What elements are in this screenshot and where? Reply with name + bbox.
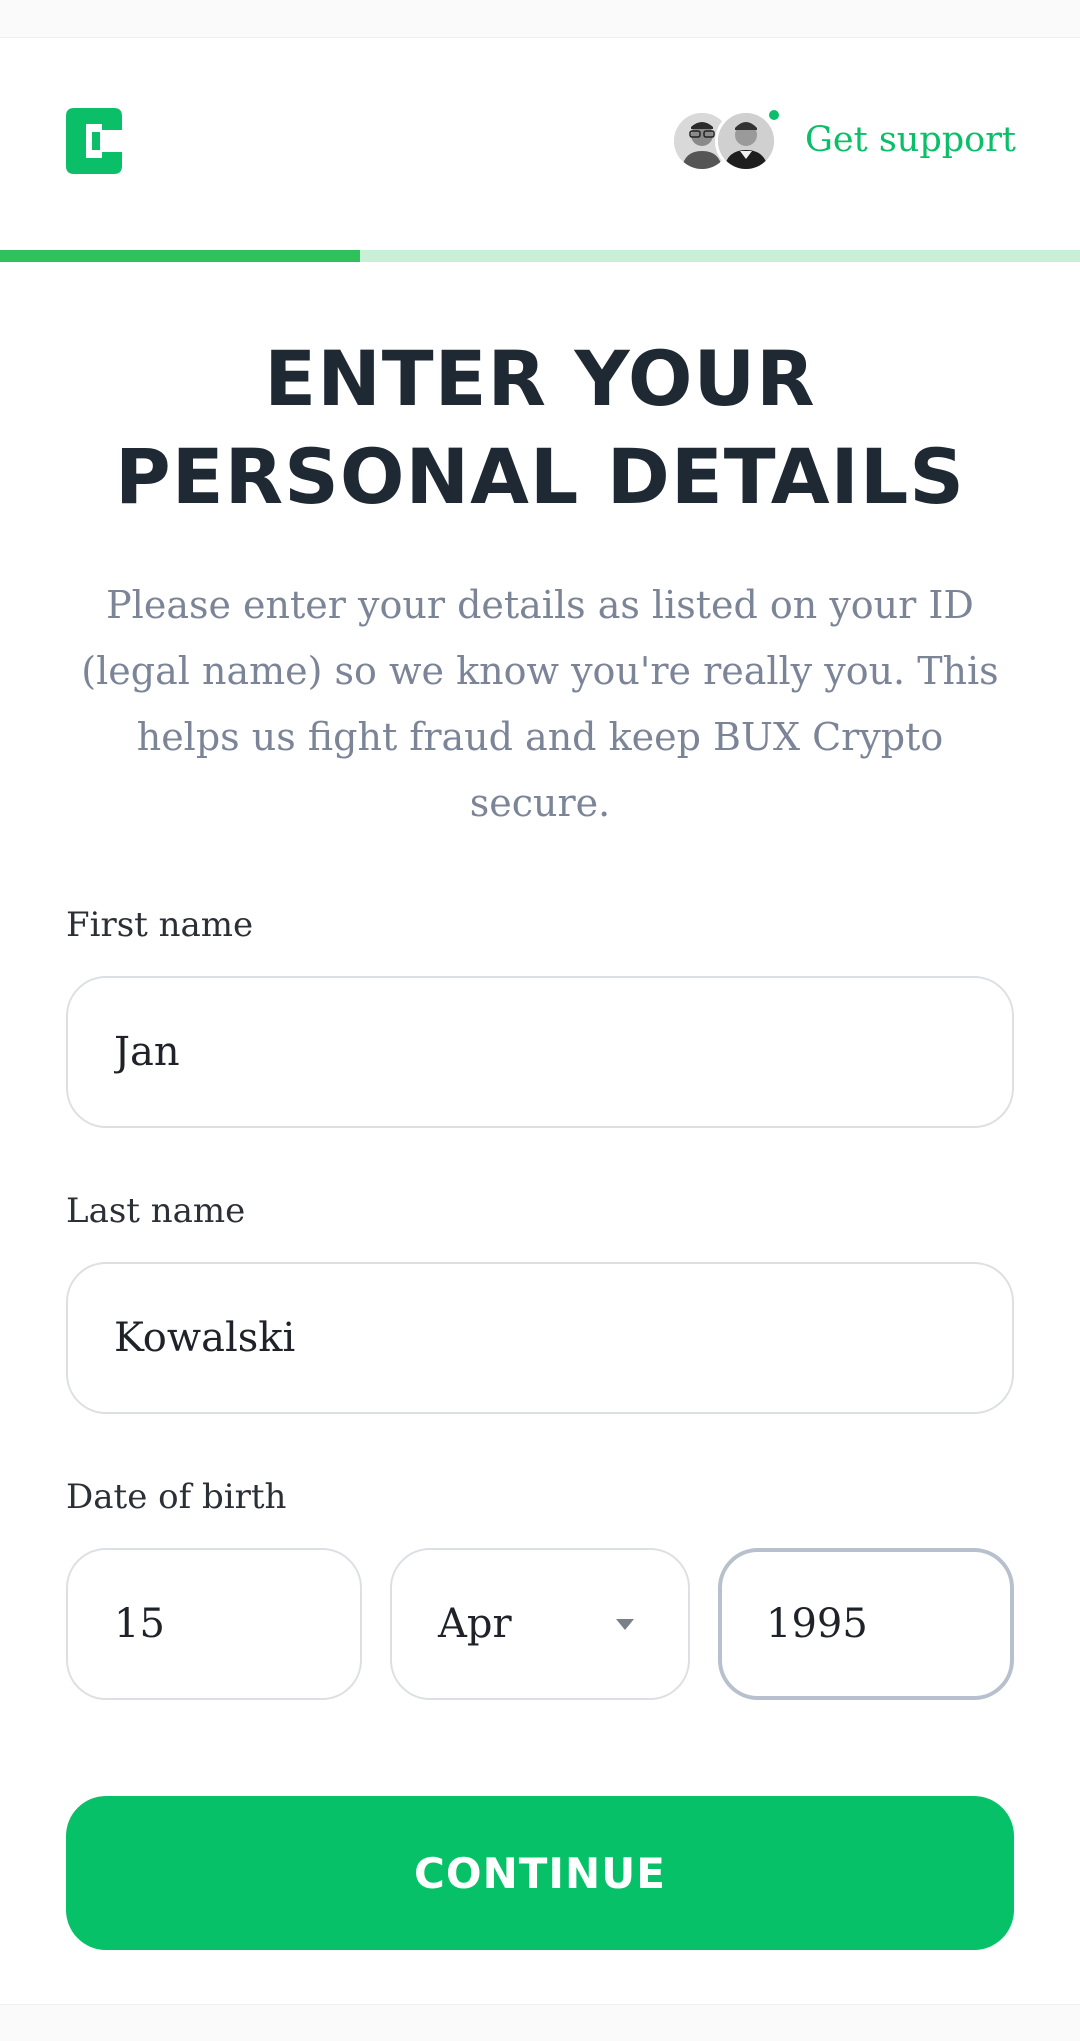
get-support-button[interactable]: Get support xyxy=(670,108,1016,172)
last-name-field[interactable] xyxy=(66,1262,1014,1414)
chevron-down-icon xyxy=(616,1618,634,1630)
support-avatars xyxy=(670,108,783,172)
header: Get support xyxy=(0,38,1080,250)
personal-details-page: Get support ENTER YOUR PERSONAL DETAILS … xyxy=(0,0,1080,2041)
top-strip xyxy=(0,0,1080,38)
bux-crypto-logo-icon[interactable] xyxy=(66,108,122,174)
continue-button[interactable]: CONTINUE xyxy=(66,1796,1014,1950)
last-name-input[interactable] xyxy=(114,1315,1012,1361)
date-of-birth-label: Date of birth xyxy=(66,1477,287,1517)
page-subtitle: Please enter your details as listed on y… xyxy=(81,583,999,825)
birth-month-value: Apr xyxy=(438,1601,512,1647)
first-name-input[interactable] xyxy=(114,1029,1012,1075)
progress-bar-fill xyxy=(0,250,360,262)
first-name-label: First name xyxy=(66,905,254,945)
get-support-label: Get support xyxy=(804,120,1016,160)
birth-day-field[interactable] xyxy=(66,1548,362,1700)
birth-day-input[interactable] xyxy=(114,1601,360,1647)
bottom-strip xyxy=(0,2004,1080,2041)
online-status-dot xyxy=(766,108,781,122)
birth-year-field[interactable] xyxy=(718,1548,1014,1700)
last-name-label: Last name xyxy=(66,1191,246,1231)
first-name-field[interactable] xyxy=(66,976,1014,1128)
page-title: ENTER YOUR PERSONAL DETAILS xyxy=(115,334,965,521)
support-agent-avatar-icon xyxy=(717,113,774,169)
birth-year-input[interactable] xyxy=(766,1601,1010,1647)
progress-bar xyxy=(0,250,1080,262)
birth-month-select[interactable]: Apr xyxy=(390,1548,690,1700)
